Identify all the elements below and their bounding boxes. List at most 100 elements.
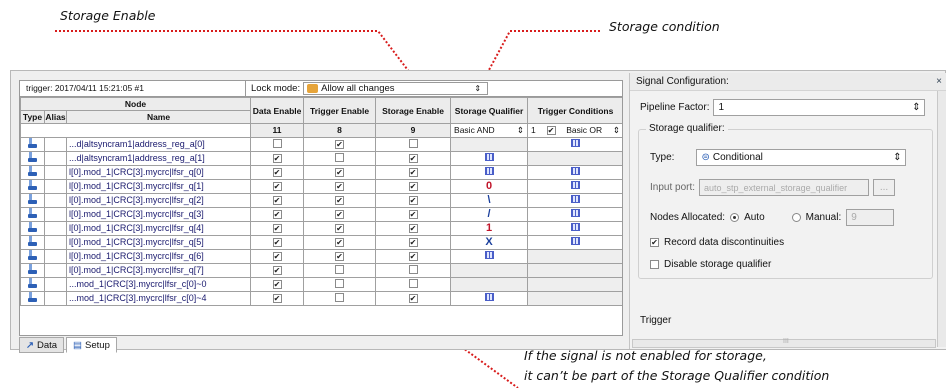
trigger-condition-cell[interactable]	[527, 290, 622, 306]
trigger-condition-cell[interactable]	[527, 164, 622, 180]
trigger-enable-checkbox[interactable]	[335, 196, 345, 206]
storage-qualifier-cell[interactable]	[450, 136, 529, 152]
auto-radio[interactable]	[730, 213, 740, 222]
storage-qualifier-header[interactable]: Storage Qualifier	[450, 96, 529, 125]
node-name[interactable]: l[0].mod_1|CRC[3].mycrc|lfsr_q[7]	[65, 262, 252, 278]
record-discontinuities-checkbox[interactable]	[650, 238, 659, 247]
manual-radio[interactable]	[791, 213, 801, 222]
data-enable-checkbox[interactable]	[272, 280, 282, 290]
storage-qualifier-cell[interactable]: /	[450, 206, 529, 222]
node-name[interactable]: l[0].mod_1|CRC[3].mycrc|lfsr_q[5]	[65, 234, 252, 250]
table-row[interactable]: l[0].mod_1|CRC[3].mycrc|lfsr_q[1] 0	[20, 178, 622, 194]
table-row[interactable]: l[0].mod_1|CRC[3].mycrc|lfsr_q[7]	[20, 262, 622, 278]
storage-enable-checkbox[interactable]	[408, 294, 418, 304]
table-row[interactable]: ...mod_1|CRC[3].mycrc|lfsr_c[0]~4	[20, 290, 622, 306]
trigger-enable-checkbox[interactable]	[335, 278, 345, 288]
tab-setup[interactable]: ▤ Setup	[66, 337, 117, 353]
trigger-condition-cell[interactable]	[527, 136, 622, 152]
storage-enable-checkbox[interactable]	[408, 278, 418, 288]
data-enable-checkbox[interactable]	[272, 182, 282, 192]
table-row[interactable]: l[0].mod_1|CRC[3].mycrc|lfsr_q[4] 1	[20, 220, 622, 236]
disable-storage-qualifier-checkbox[interactable]	[650, 260, 659, 269]
trigger-condition-cell[interactable]	[527, 178, 622, 194]
name-header[interactable]: Name	[65, 110, 252, 125]
storage-qualifier-cell[interactable]: X	[450, 234, 529, 250]
close-icon[interactable]: ×	[936, 73, 942, 91]
node-name[interactable]: l[0].mod_1|CRC[3].mycrc|lfsr_q[4]	[65, 220, 252, 236]
table-row[interactable]: l[0].mod_1|CRC[3].mycrc|lfsr_q[2] \	[20, 192, 622, 208]
alias-header[interactable]: Alias	[44, 110, 67, 125]
storage-qualifier-cell[interactable]	[450, 164, 529, 180]
data-enable-checkbox[interactable]	[272, 266, 282, 276]
data-enable-checkbox[interactable]	[272, 252, 282, 262]
trigger-enable-checkbox[interactable]	[335, 224, 345, 234]
data-enable-checkbox[interactable]	[272, 168, 282, 178]
trigger-enable-checkbox[interactable]	[335, 238, 345, 248]
node-name[interactable]: l[0].mod_1|CRC[3].mycrc|lfsr_q[2]	[65, 192, 252, 208]
trigger-enable-checkbox[interactable]	[335, 210, 345, 220]
storage-enable-checkbox[interactable]	[408, 196, 418, 206]
storage-enable-checkbox[interactable]	[408, 238, 418, 248]
node-name[interactable]: ...d|altsyncram1|address_reg_a[0]	[65, 136, 252, 152]
storage-qualifier-cell[interactable]	[450, 150, 529, 166]
node-name[interactable]: l[0].mod_1|CRC[3].mycrc|lfsr_q[1]	[65, 178, 252, 194]
storage-qualifier-cell[interactable]	[450, 248, 529, 264]
table-row[interactable]: ...d|altsyncram1|address_reg_a[0]	[20, 136, 622, 152]
tab-data[interactable]: ↗ Data	[19, 337, 65, 353]
trigger-conditions-dropdown[interactable]: 1 Basic OR ⇕	[527, 123, 622, 138]
storage-enable-checkbox[interactable]	[408, 252, 418, 262]
data-enable-checkbox[interactable]	[272, 238, 282, 248]
node-name[interactable]: l[0].mod_1|CRC[3].mycrc|lfsr_q[0]	[65, 164, 252, 180]
trigger-enable-checkbox[interactable]	[335, 264, 345, 274]
trigger-condition-cell[interactable]	[527, 206, 622, 222]
type-dropdown[interactable]: ⊜ Conditional ⇕	[696, 149, 907, 166]
table-row[interactable]: l[0].mod_1|CRC[3].mycrc|lfsr_q[5] X	[20, 234, 622, 250]
data-enable-checkbox[interactable]	[272, 138, 282, 148]
node-name[interactable]: ...d|altsyncram1|address_reg_a[1]	[65, 150, 252, 166]
trigger-enable-header[interactable]: Trigger Enable	[303, 96, 377, 125]
trigger-enable-checkbox[interactable]	[335, 252, 345, 262]
storage-enable-checkbox[interactable]	[408, 138, 418, 148]
input-port-field[interactable]: auto_stp_external_storage_qualifier	[699, 179, 870, 196]
lock-mode-dropdown[interactable]: Allow all changes ⇕	[303, 82, 489, 95]
manual-spinbox[interactable]: 9	[846, 209, 895, 226]
table-row[interactable]: ...mod_1|CRC[3].mycrc|lfsr_c[0]~0	[20, 276, 622, 292]
node-name[interactable]: ...mod_1|CRC[3].mycrc|lfsr_c[0]~4	[65, 290, 252, 306]
storage-qualifier-cell[interactable]: \	[450, 192, 529, 208]
type-header[interactable]: Type	[20, 110, 45, 125]
trigger-condition-cell[interactable]	[527, 220, 622, 236]
data-enable-checkbox[interactable]	[272, 210, 282, 220]
node-name[interactable]: l[0].mod_1|CRC[3].mycrc|lfsr_q[3]	[65, 206, 252, 222]
storage-enable-checkbox[interactable]	[408, 210, 418, 220]
data-enable-checkbox[interactable]	[272, 154, 282, 164]
input-port-browse-button[interactable]: ...	[873, 179, 896, 196]
data-enable-checkbox[interactable]	[272, 224, 282, 234]
storage-qualifier-cell[interactable]	[450, 290, 529, 306]
trigger-condition-cell[interactable]	[527, 248, 622, 264]
data-enable-checkbox[interactable]	[272, 196, 282, 206]
storage-enable-header[interactable]: Storage Enable	[375, 96, 452, 125]
horizontal-scrollbar[interactable]: III	[632, 338, 936, 348]
trigger-enable-checkbox[interactable]	[335, 152, 345, 162]
storage-qualifier-cell[interactable]: 1	[450, 220, 529, 236]
trigger-enable-checkbox[interactable]	[335, 182, 345, 192]
data-enable-header[interactable]: Data Enable	[250, 96, 305, 125]
trigger-condition-cell[interactable]	[527, 262, 622, 278]
storage-qualifier-cell[interactable]	[450, 276, 529, 292]
storage-enable-checkbox[interactable]	[408, 224, 418, 234]
table-row[interactable]: l[0].mod_1|CRC[3].mycrc|lfsr_q[0]	[20, 164, 622, 180]
node-name[interactable]: ...mod_1|CRC[3].mycrc|lfsr_c[0]~0	[65, 276, 252, 292]
trigger-enable-checkbox[interactable]	[335, 140, 345, 150]
trigger-conditions-header[interactable]: Trigger Conditions	[527, 96, 622, 125]
trigger-condition-cell[interactable]	[527, 234, 622, 250]
trigger-enable-checkbox[interactable]	[335, 168, 345, 178]
pipeline-factor-dropdown[interactable]: 1 ⇕	[713, 99, 926, 116]
storage-qualifier-cell[interactable]	[450, 262, 529, 278]
storage-enable-checkbox[interactable]	[408, 154, 418, 164]
storage-qualifier-cell[interactable]: 0	[450, 178, 529, 194]
storage-enable-checkbox[interactable]	[408, 264, 418, 274]
table-row[interactable]: ...d|altsyncram1|address_reg_a[1]	[20, 150, 622, 166]
trigger-condition-cell[interactable]	[527, 192, 622, 208]
trigger-condition-cell[interactable]	[527, 276, 622, 292]
storage-qualifier-dropdown[interactable]: Basic AND ⇕	[450, 123, 529, 138]
